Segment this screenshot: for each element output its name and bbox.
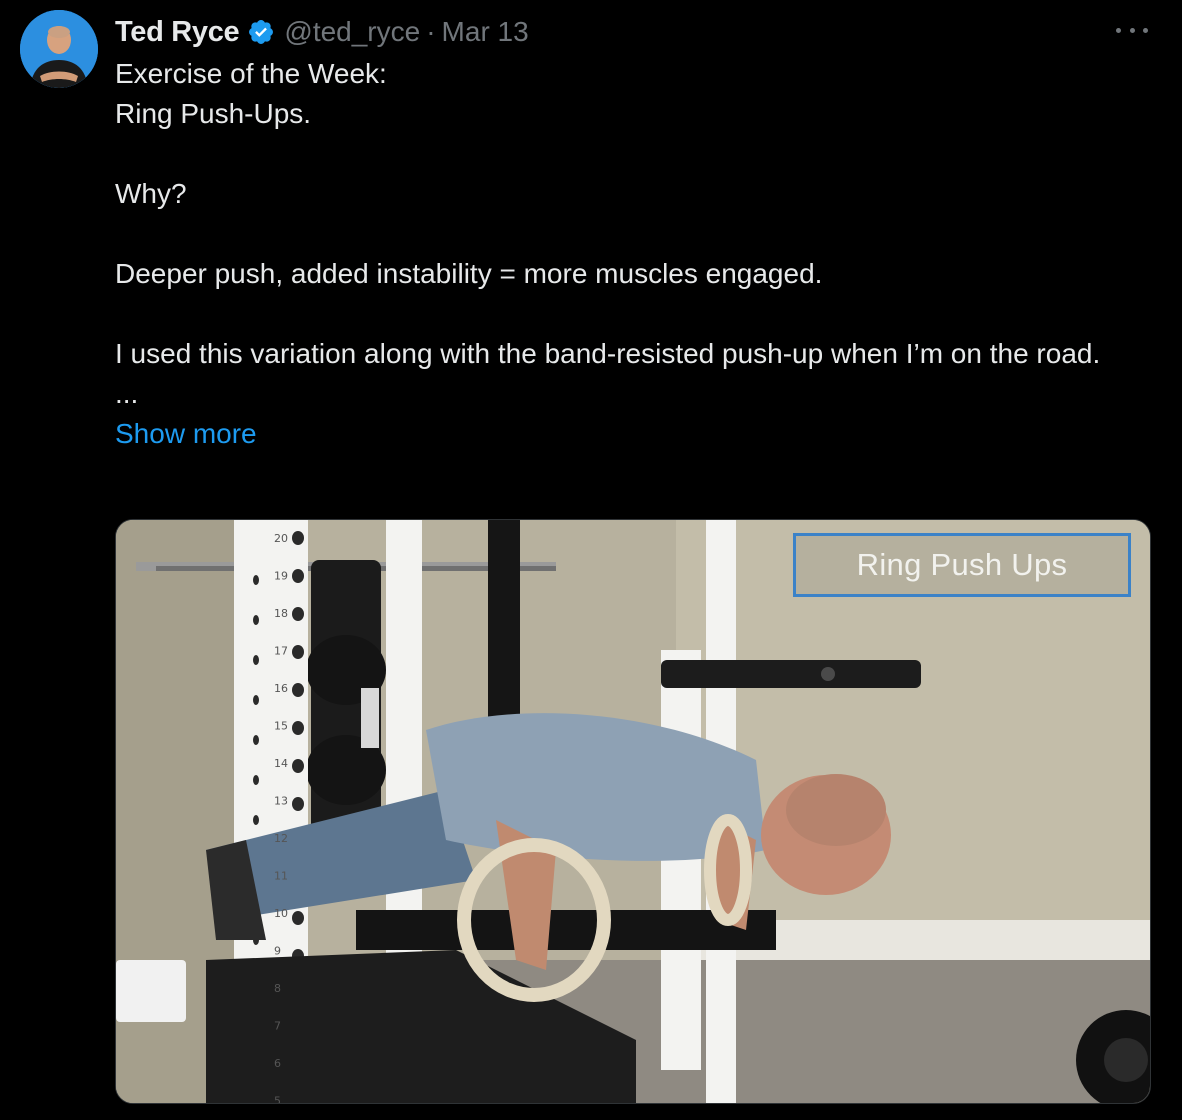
rack-number-label: 7 — [274, 1020, 281, 1033]
rack-number-label: 9 — [274, 945, 281, 958]
avatar[interactable] — [20, 10, 98, 88]
rack-number-label: 10 — [274, 907, 288, 920]
tweet-text: Exercise of the Week: Ring Push-Ups. Why… — [115, 54, 1155, 454]
tweet-line: Why? — [115, 178, 187, 209]
author-name[interactable]: Ted Ryce — [115, 16, 240, 49]
rack-number-label: 6 — [274, 1057, 281, 1070]
rack-number-label: 8 — [274, 982, 281, 995]
tweet-line: Deeper push, added instability = more mu… — [115, 258, 823, 289]
author-handle[interactable]: @ted_ryce — [284, 16, 420, 48]
rack-number-label: 18 — [274, 607, 288, 620]
more-options-icon[interactable] — [1116, 18, 1148, 42]
rack-number-label: 17 — [274, 645, 288, 658]
rack-number-label: 14 — [274, 757, 288, 770]
rack-number-label: 5 — [274, 1095, 281, 1104]
tweet-line: Ring Push-Ups. — [115, 98, 312, 129]
avatar-image — [20, 10, 98, 88]
tweet-line: I used this variation along with the ban… — [115, 338, 1101, 369]
video-frame: 20 19 18 17 16 15 14 13 12 11 10 9 8 7 6 5 — [116, 520, 1150, 1103]
show-more-link[interactable]: Show more — [115, 418, 257, 449]
video-overlay-title: Ring Push Ups — [793, 533, 1131, 597]
tweet-line: Exercise of the Week: — [115, 58, 387, 89]
tweet-date[interactable]: Mar 13 — [442, 16, 529, 48]
tweet-media-video[interactable]: 20 19 18 17 16 15 14 13 12 11 10 9 8 7 6 5 Ring Push Up… — [115, 519, 1151, 1104]
rack-number-label: 20 — [274, 532, 288, 545]
tweet-line: ... — [115, 378, 139, 409]
verified-badge-icon — [247, 18, 275, 46]
rack-number-label: 15 — [274, 720, 288, 733]
rack-number-label: 13 — [274, 795, 288, 808]
rack-number-label: 19 — [274, 570, 288, 583]
rack-number-label: 16 — [274, 682, 288, 695]
rack-number-label: 11 — [274, 870, 288, 883]
separator-dot: · — [426, 16, 436, 47]
rack-number-label: 12 — [274, 832, 288, 845]
tweet: Ted Ryce @ted_ryce · Mar 13 Exercise of … — [0, 0, 1182, 1120]
tweet-header: Ted Ryce @ted_ryce · Mar 13 — [115, 12, 529, 52]
